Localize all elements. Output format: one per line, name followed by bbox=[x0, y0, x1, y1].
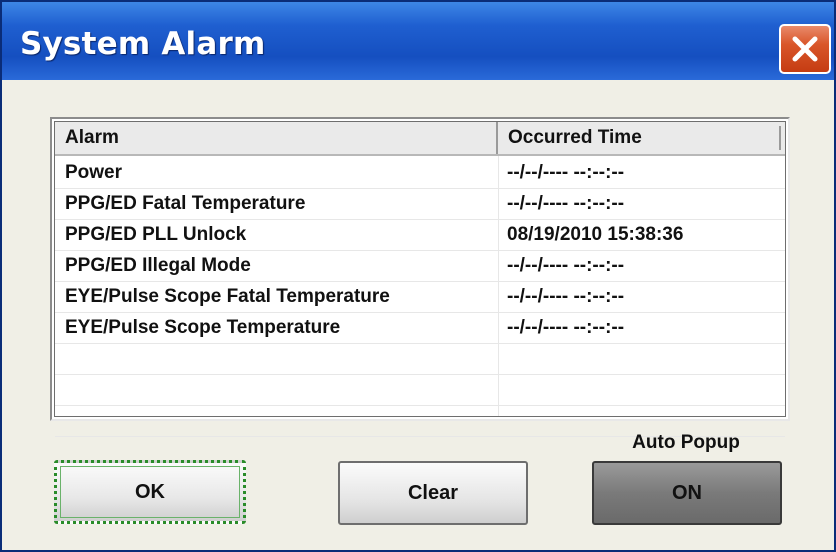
auto-popup-toggle-label: ON bbox=[672, 481, 702, 504]
alarm-name-cell: EYE/Pulse Scope Fatal Temperature bbox=[65, 286, 390, 307]
title-bar[interactable]: System Alarm bbox=[2, 2, 834, 80]
table-row[interactable]: EYE/Pulse Scope Fatal Temperature --/--/-… bbox=[55, 282, 785, 313]
alarm-name-cell: PPG/ED Fatal Temperature bbox=[65, 193, 306, 214]
occurred-time-cell: --/--/---- --:--:-- bbox=[507, 162, 625, 183]
occurred-time-cell: --/--/---- --:--:-- bbox=[507, 286, 625, 307]
table-row[interactable]: PPG/ED PLL Unlock 08/19/2010 15:38:36 bbox=[55, 220, 785, 251]
clear-button-label: Clear bbox=[407, 481, 459, 504]
table-row[interactable] bbox=[55, 344, 785, 375]
column-header-occurred-time[interactable]: Occurred Time bbox=[498, 122, 785, 154]
table-header: Alarm Occurred Time bbox=[55, 122, 785, 156]
close-icon bbox=[792, 36, 818, 62]
alarm-table[interactable]: Alarm Occurred Time Power --/--/---- --:-… bbox=[50, 117, 790, 437]
table-row[interactable]: Power --/--/---- --:--:-- bbox=[55, 158, 785, 189]
system-alarm-window: System Alarm Alarm Occurred Time Power --… bbox=[0, 0, 836, 552]
table-row[interactable] bbox=[55, 375, 785, 406]
table-row[interactable]: PPG/ED Fatal Temperature --/--/---- --:--… bbox=[55, 189, 785, 220]
occurred-time-cell: --/--/---- --:--:-- bbox=[507, 193, 625, 214]
alarm-name-cell: PPG/ED Illegal Mode bbox=[65, 255, 251, 276]
alarm-name-cell: EYE/Pulse Scope Temperature bbox=[65, 317, 341, 338]
close-button[interactable] bbox=[779, 24, 831, 74]
column-header-alarm[interactable]: Alarm bbox=[55, 122, 498, 154]
alarm-name-cell: Power bbox=[65, 162, 123, 183]
auto-popup-toggle[interactable]: ON bbox=[592, 461, 782, 525]
alarm-name-cell: PPG/ED PLL Unlock bbox=[65, 224, 247, 245]
table-row[interactable]: PPG/ED Illegal Mode --/--/---- --:--:-- bbox=[55, 251, 785, 282]
window-title: System Alarm bbox=[20, 26, 266, 62]
ok-button[interactable]: OK bbox=[54, 460, 246, 524]
occurred-time-cell: --/--/---- --:--:-- bbox=[507, 255, 625, 276]
auto-popup-label: Auto Popup bbox=[632, 432, 740, 453]
clear-button[interactable]: Clear bbox=[338, 461, 528, 525]
occurred-time-cell: 08/19/2010 15:38:36 bbox=[507, 224, 684, 245]
occurred-time-cell: --/--/---- --:--:-- bbox=[507, 317, 625, 338]
table-body: Power --/--/---- --:--:-- PPG/ED Fatal Tem… bbox=[55, 158, 785, 437]
table-row[interactable]: EYE/Pulse Scope Temperature --/--/---- --… bbox=[55, 313, 785, 344]
